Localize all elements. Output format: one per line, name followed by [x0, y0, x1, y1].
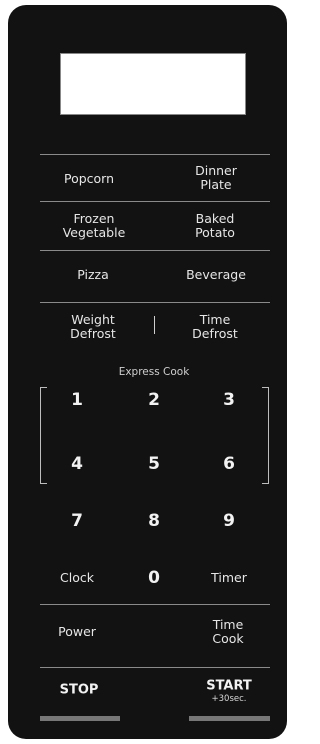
start-sublabel: +30sec. — [211, 694, 247, 704]
frozen-vegetable-line1: Frozen — [73, 211, 115, 226]
time-cook-line1: Time — [212, 617, 244, 632]
key-5[interactable]: 5 — [148, 454, 160, 474]
dinner-plate-line1: Dinner — [195, 163, 237, 178]
defrost-separator — [154, 316, 155, 334]
divider — [40, 604, 270, 605]
weight-defrost-line1: Weight — [71, 312, 115, 327]
timer-button[interactable]: Timer — [211, 571, 247, 585]
baked-potato-line1: Baked — [195, 211, 235, 226]
key-2[interactable]: 2 — [148, 390, 160, 410]
divider — [40, 667, 270, 668]
time-defrost-line2: Defrost — [192, 326, 238, 341]
express-cook-bracket-left — [40, 387, 47, 484]
time-cook-button[interactable]: Time Cook — [212, 618, 243, 646]
baked-potato-button[interactable]: Baked Potato — [195, 212, 235, 240]
stop-button[interactable]: STOP — [60, 683, 99, 698]
express-cook-label: Express Cook — [118, 366, 190, 378]
divider — [40, 201, 270, 202]
key-8[interactable]: 8 — [148, 511, 160, 531]
dinner-plate-line2: Plate — [200, 177, 232, 192]
stop-indicator-bar — [40, 716, 120, 721]
divider — [40, 250, 270, 251]
time-cook-line2: Cook — [212, 631, 244, 646]
key-3[interactable]: 3 — [223, 390, 235, 410]
clock-button[interactable]: Clock — [60, 571, 94, 585]
divider — [40, 302, 270, 303]
key-6[interactable]: 6 — [223, 454, 235, 474]
baked-potato-line2: Potato — [195, 225, 235, 240]
key-7[interactable]: 7 — [71, 511, 83, 531]
key-9[interactable]: 9 — [223, 511, 235, 531]
beverage-button[interactable]: Beverage — [186, 268, 246, 282]
display-screen — [60, 53, 246, 115]
key-0[interactable]: 0 — [148, 568, 160, 588]
frozen-vegetable-button[interactable]: Frozen Vegetable — [63, 212, 126, 240]
dinner-plate-button[interactable]: Dinner Plate — [195, 164, 237, 192]
key-1[interactable]: 1 — [71, 390, 83, 410]
time-defrost-line1: Time — [199, 312, 231, 327]
weight-defrost-line2: Defrost — [70, 326, 116, 341]
express-cook-bracket-right — [262, 387, 269, 484]
frozen-vegetable-line2: Vegetable — [62, 225, 126, 240]
weight-defrost-button[interactable]: Weight Defrost — [70, 313, 116, 341]
divider — [40, 154, 270, 155]
power-button[interactable]: Power — [58, 625, 96, 639]
start-indicator-bar — [189, 716, 270, 721]
popcorn-button[interactable]: Popcorn — [64, 172, 114, 186]
pizza-button[interactable]: Pizza — [77, 268, 109, 282]
start-button[interactable]: START — [206, 679, 252, 694]
key-4[interactable]: 4 — [71, 454, 83, 474]
time-defrost-button[interactable]: Time Defrost — [192, 313, 238, 341]
